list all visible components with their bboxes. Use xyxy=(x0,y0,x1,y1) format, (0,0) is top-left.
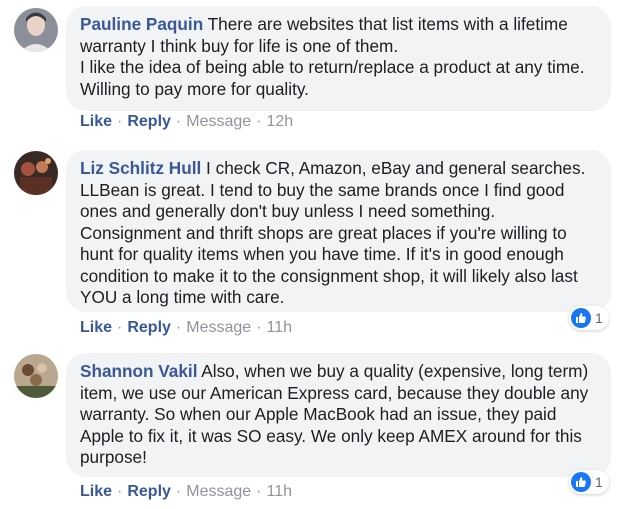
like-link[interactable]: Like xyxy=(80,483,112,501)
like-link[interactable]: Like xyxy=(80,113,112,131)
separator-dot: · xyxy=(117,483,123,500)
separator-dot: · xyxy=(117,319,123,336)
comment-bubble: Liz Schlitz Hull I check CR, Amazon, eBa… xyxy=(66,150,611,312)
thumbs-up-icon xyxy=(571,308,591,328)
thumbs-up-icon xyxy=(571,472,591,492)
reaction-count-badge[interactable]: 1 xyxy=(569,306,609,330)
separator-dot: · xyxy=(175,483,182,500)
comment-actions: Like · Reply · Message · 11h xyxy=(80,319,292,337)
reply-link[interactable]: Reply xyxy=(127,483,171,501)
separator-dot: · xyxy=(175,319,182,336)
comment-actions: Like · Reply · Message · 11h xyxy=(80,483,292,501)
author-name[interactable]: Liz Schlitz Hull xyxy=(80,158,201,178)
reaction-count-badge[interactable]: 1 xyxy=(569,470,609,494)
separator-dot: · xyxy=(117,113,123,130)
reply-link[interactable]: Reply xyxy=(127,319,171,337)
timestamp[interactable]: 11h xyxy=(267,319,293,337)
comment-actions: Like · Reply · Message · 12h xyxy=(80,113,293,131)
reaction-count: 1 xyxy=(595,310,603,326)
reply-link[interactable]: Reply xyxy=(127,113,171,131)
author-name[interactable]: Pauline Paquin xyxy=(80,14,203,34)
comment-bubble: Shannon Vakil Also, when we buy a qualit… xyxy=(66,353,611,477)
avatar-pauline-paquin[interactable] xyxy=(14,8,58,52)
like-link[interactable]: Like xyxy=(80,319,112,337)
comment-text: I check CR, Amazon, eBay and general sea… xyxy=(80,158,586,307)
comment-bubble: Pauline Paquin There are websites that l… xyxy=(66,6,611,111)
timestamp[interactable]: 12h xyxy=(267,113,294,131)
message-link[interactable]: Message xyxy=(186,113,251,131)
separator-dot: · xyxy=(256,483,262,500)
separator-dot: · xyxy=(256,113,262,130)
avatar-liz-schlitz-hull[interactable] xyxy=(14,151,58,195)
message-link[interactable]: Message xyxy=(186,483,251,501)
author-name[interactable]: Shannon Vakil xyxy=(80,361,197,381)
avatar-shannon-vakil[interactable] xyxy=(14,354,58,398)
separator-dot: · xyxy=(175,113,182,130)
separator-dot: · xyxy=(256,319,262,336)
timestamp[interactable]: 11h xyxy=(267,483,293,501)
reaction-count: 1 xyxy=(595,474,603,490)
message-link[interactable]: Message xyxy=(186,319,251,337)
